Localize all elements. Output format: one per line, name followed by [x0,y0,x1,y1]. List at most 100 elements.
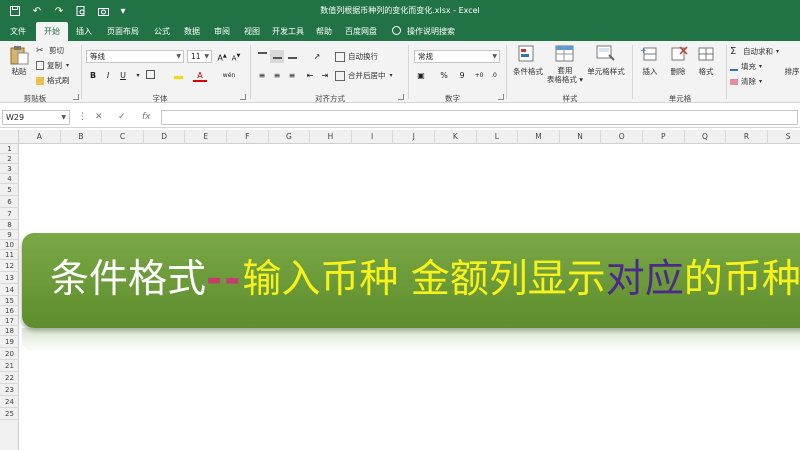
copy-button[interactable]: 复制 ▾ [36,60,69,71]
phonetic-button[interactable]: wén [222,69,236,82]
tab-review[interactable]: 审阅 [208,22,236,41]
column-header[interactable]: O [601,130,643,144]
tab-insert[interactable]: 插入 [70,22,98,41]
row-header[interactable]: 23 [0,384,19,396]
font-name-combo[interactable]: 等线 ▼ [86,50,184,63]
column-header[interactable]: G [269,130,311,144]
align-left-button[interactable]: ≡ [255,69,269,82]
cancel-entry-button[interactable]: ✕ [95,110,103,125]
row-header[interactable]: 13 [0,272,19,284]
row-header[interactable]: 6 [0,196,19,208]
cell-styles-button[interactable]: 单元格样式 [584,45,628,77]
row-header[interactable]: 8 [0,220,19,230]
italic-button[interactable]: I [101,69,115,82]
tab-help[interactable]: 帮助 [310,22,338,41]
column-header[interactable]: E [185,130,227,144]
fill-color-button[interactable] [171,69,185,82]
tab-baidu-netdisk[interactable]: 百度网盘 [340,22,382,41]
formula-input[interactable] [161,110,798,125]
autosum-button[interactable]: Σ 自动求和 ▾ [730,46,779,57]
row-header[interactable]: 25 [0,408,19,420]
tab-formulas[interactable]: 公式 [148,22,176,41]
row-header[interactable]: 1 [0,144,19,154]
column-header[interactable]: K [435,130,477,144]
row-header[interactable]: 5 [0,184,19,196]
tab-developer[interactable]: 开发工具 [268,22,308,41]
format-painter-button[interactable]: 格式刷 [36,75,70,86]
format-cells-button[interactable]: 格式 [692,45,720,77]
row-header[interactable]: 9 [0,230,19,240]
row-header[interactable]: 18 [0,326,19,336]
fill-button[interactable]: 填充 ▾ [730,61,762,72]
conditional-formatting-button[interactable]: 条件格式 [510,45,546,77]
column-header[interactable]: I [352,130,394,144]
row-header[interactable]: 19 [0,336,19,348]
comma-style-button[interactable]: 9 [455,69,469,82]
insert-function-button[interactable]: fx [142,110,151,125]
wrap-text-button[interactable]: 自动换行 [335,51,378,62]
column-header[interactable]: J [393,130,435,144]
column-header[interactable]: A [19,130,61,144]
row-header[interactable]: 17 [0,316,19,326]
column-header[interactable]: Q [685,130,727,144]
column-header[interactable]: H [310,130,352,144]
decrease-indent-button[interactable]: ⇤ [303,69,317,82]
row-header[interactable]: 7 [0,208,19,220]
insert-cells-button[interactable]: + 插入 [636,45,664,77]
delete-cells-button[interactable]: 删除 [664,45,692,77]
align-top-button[interactable] [255,50,269,63]
accounting-format-button[interactable]: ▣ [414,69,428,82]
tab-file[interactable]: 文件 [4,22,32,41]
row-header[interactable]: 21 [0,360,19,372]
number-launcher-icon[interactable] [498,94,504,100]
row-header[interactable]: 16 [0,306,19,316]
column-header[interactable]: B [61,130,103,144]
increase-indent-button[interactable]: ⇥ [318,69,332,82]
tell-me-search[interactable]: 操作说明搜索 [392,22,472,41]
decrease-decimal-button[interactable]: .0 [487,69,501,82]
underline-button[interactable]: U [116,69,130,82]
column-header[interactable]: N [560,130,602,144]
column-header[interactable]: D [144,130,186,144]
merge-center-button[interactable]: 合并后居中 ▾ [335,70,393,81]
select-all-button[interactable] [0,130,19,144]
clear-button[interactable]: 清除 ▾ [730,76,762,87]
number-format-combo[interactable]: 常规 ▼ [414,50,500,63]
column-header[interactable]: F [227,130,269,144]
align-middle-button[interactable] [270,50,284,63]
row-header[interactable]: 10 [0,240,19,250]
sort-filter-button[interactable]: 排序 [784,45,800,77]
row-header[interactable]: 22 [0,372,19,384]
confirm-entry-button[interactable]: ✓ [118,110,126,125]
increase-font-button[interactable]: A▲ [215,50,229,63]
row-header[interactable]: 15 [0,296,19,306]
row-header[interactable]: 24 [0,396,19,408]
font-launcher-icon[interactable] [240,94,246,100]
column-header[interactable]: R [726,130,768,144]
alignment-launcher-icon[interactable] [398,94,404,100]
row-header[interactable]: 4 [0,174,19,184]
tab-home[interactable]: 开始 [36,22,68,41]
name-box[interactable]: W29 ▼ [2,110,70,125]
row-header[interactable]: 12 [0,260,19,272]
row-header[interactable]: 3 [0,164,19,174]
row-header[interactable]: 2 [0,154,19,164]
orientation-button[interactable]: ↗ [310,50,324,63]
tab-view[interactable]: 视图 [238,22,266,41]
bold-button[interactable]: B [86,69,100,82]
row-header[interactable]: 20 [0,348,19,360]
column-header[interactable]: C [102,130,144,144]
column-header[interactable]: S [768,130,800,144]
column-header[interactable]: P [643,130,685,144]
border-button[interactable] [143,69,157,82]
column-header[interactable]: M [518,130,560,144]
row-header[interactable]: 11 [0,250,19,260]
cut-button[interactable]: ✂ 剪切 [36,45,64,56]
font-size-combo[interactable]: 11 ▼ [187,50,212,63]
increase-decimal-button[interactable]: +0 [472,69,486,82]
row-header[interactable]: 14 [0,284,19,296]
clipboard-launcher-icon[interactable] [73,94,79,100]
align-bottom-button[interactable] [285,50,299,63]
decrease-font-button[interactable]: A▼ [229,50,243,63]
tab-data[interactable]: 数据 [178,22,206,41]
